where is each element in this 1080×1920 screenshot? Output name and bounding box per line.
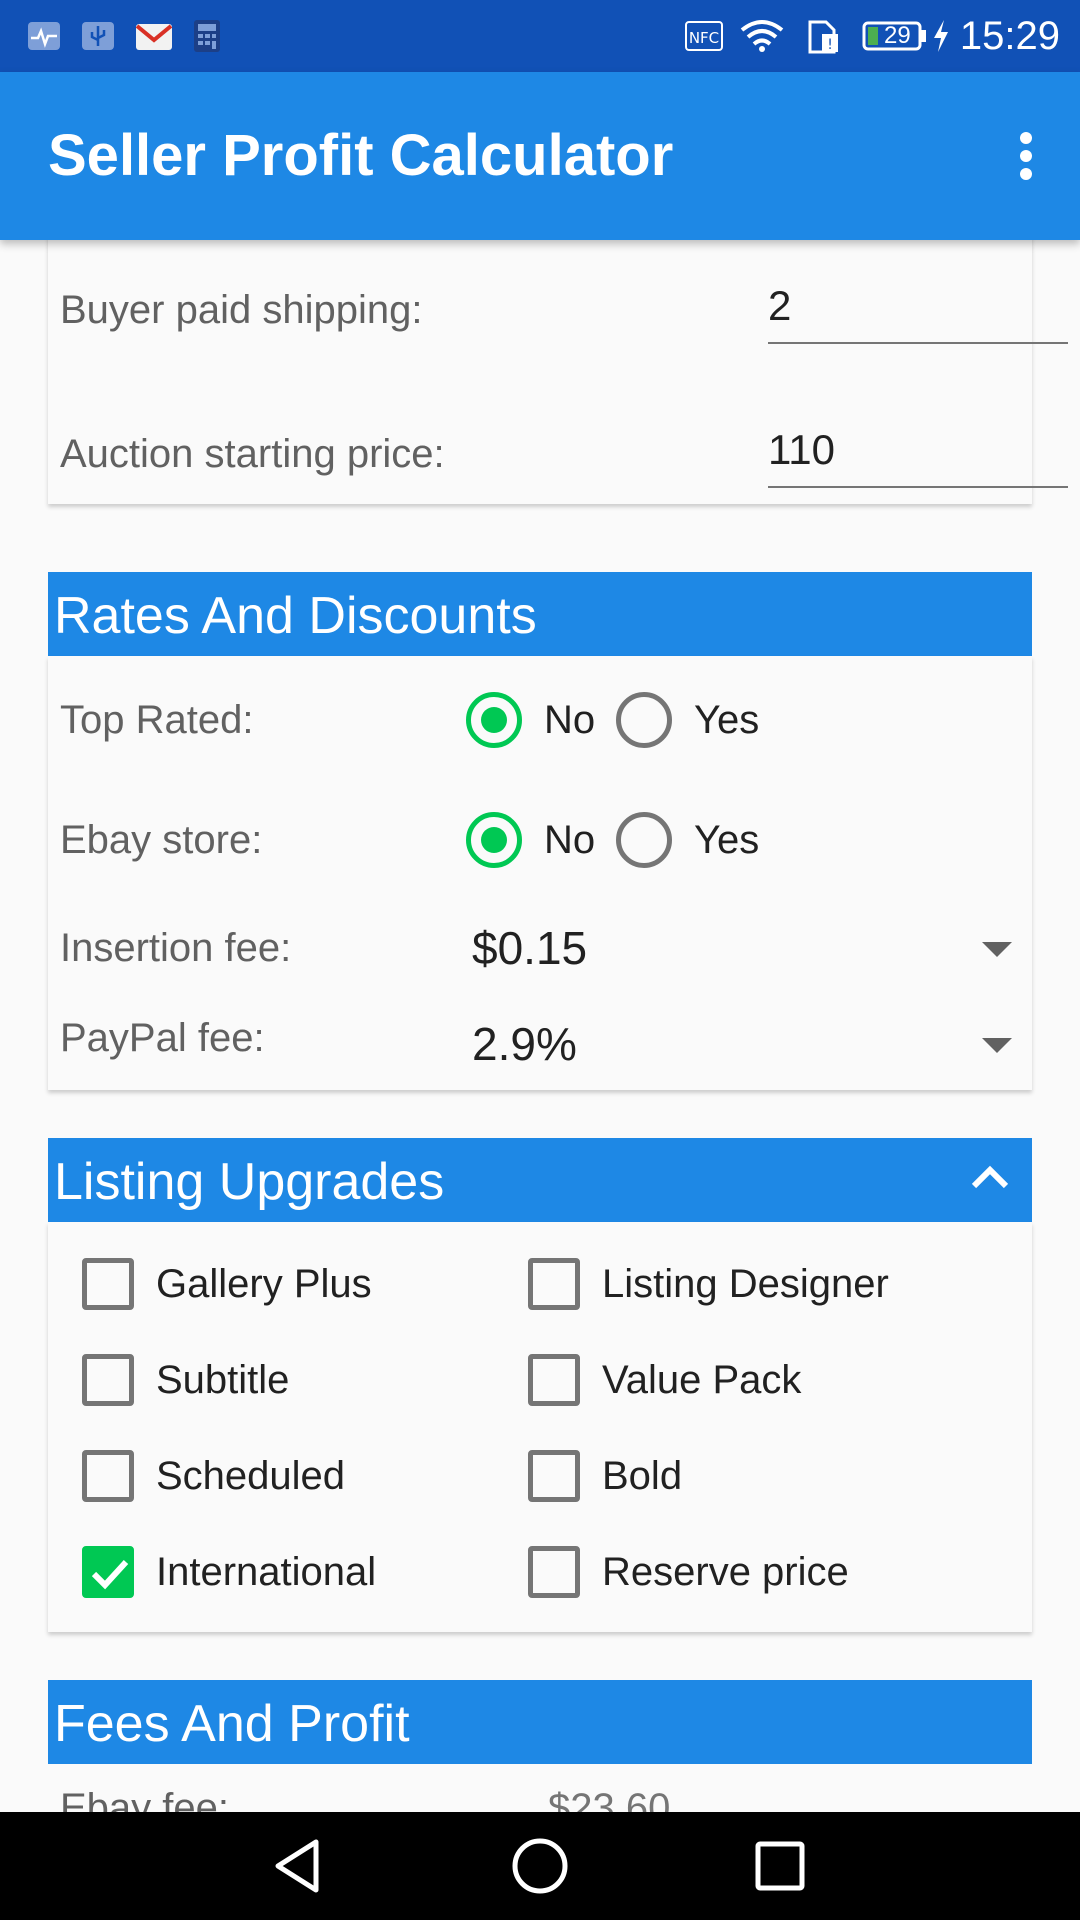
more-vert-icon[interactable] xyxy=(1000,124,1052,188)
insertion-fee-label: Insertion fee: xyxy=(60,926,292,970)
ebay-store-label: Ebay store: xyxy=(60,818,263,862)
app-bar: Seller Profit Calculator xyxy=(0,72,1080,240)
paypal-fee-value: 2.9% xyxy=(472,1018,577,1070)
rates-header[interactable]: Rates And Discounts xyxy=(48,572,1032,656)
gallery-plus-checkbox[interactable] xyxy=(82,1258,134,1310)
health-icon xyxy=(28,22,60,50)
auction-price-value: 110 xyxy=(768,426,835,473)
nfc-icon: NFC xyxy=(685,21,723,51)
calculator-icon xyxy=(194,20,220,52)
wifi-icon xyxy=(740,20,784,52)
scheduled-label[interactable]: Scheduled xyxy=(156,1452,345,1500)
ebay-fee-label: Ebay fee: xyxy=(60,1786,230,1812)
buyer-shipping-label: Buyer paid shipping: xyxy=(60,288,423,332)
subtitle-checkbox[interactable] xyxy=(82,1354,134,1406)
charging-icon xyxy=(934,20,948,52)
fees-header[interactable]: Fees And Profit xyxy=(48,1680,1032,1764)
ebay-fee-value: $23.60 xyxy=(548,1786,671,1812)
auction-price-label: Auction starting price: xyxy=(60,432,445,476)
value-pack-checkbox[interactable] xyxy=(528,1354,580,1406)
gallery-plus-label[interactable]: Gallery Plus xyxy=(156,1260,372,1308)
upgrades-title: Listing Upgrades xyxy=(54,1153,445,1211)
svg-text:NFC: NFC xyxy=(689,29,719,47)
chevron-up-icon[interactable] xyxy=(968,1156,1012,1200)
scheduled-checkbox[interactable] xyxy=(82,1450,134,1502)
upgrades-header[interactable]: Listing Upgrades xyxy=(48,1138,1032,1222)
upgrades-card: Gallery Plus Listing Designer Subtitle V… xyxy=(48,1222,1032,1632)
insertion-fee-value: $0.15 xyxy=(472,922,588,974)
screen: NFC ! 29 15:29 Seller Profit Calculator xyxy=(0,0,1080,1920)
reserve-price-label[interactable]: Reserve price xyxy=(602,1548,849,1596)
buyer-shipping-value: 2 xyxy=(768,282,792,329)
top-rated-yes-radio[interactable] xyxy=(616,692,672,748)
paypal-fee-label: PayPal fee: xyxy=(60,1016,265,1060)
recents-icon[interactable] xyxy=(750,1836,810,1896)
sim-icon: ! xyxy=(808,20,838,54)
auction-price-input[interactable]: 110 xyxy=(768,422,1068,488)
fees-title: Fees And Profit xyxy=(54,1695,410,1753)
ebay-store-yes-label[interactable]: Yes xyxy=(694,816,759,864)
value-pack-label[interactable]: Value Pack xyxy=(602,1356,801,1404)
status-bar: NFC ! 29 15:29 xyxy=(0,0,1080,72)
top-rated-yes-label[interactable]: Yes xyxy=(694,696,759,744)
home-icon[interactable] xyxy=(510,1836,570,1896)
pricing-card: Buyer paid shipping: 2 Auction starting … xyxy=(48,240,1068,504)
rates-card: Top Rated: No Yes Ebay store: No Yes Ins… xyxy=(48,656,1032,1090)
back-icon[interactable] xyxy=(270,1836,330,1896)
bold-checkbox[interactable] xyxy=(528,1450,580,1502)
international-label[interactable]: International xyxy=(156,1548,376,1596)
battery-level: 29 xyxy=(884,22,911,49)
international-checkbox[interactable] xyxy=(82,1546,134,1598)
gmail-icon xyxy=(135,24,173,50)
ebay-store-no-radio[interactable] xyxy=(466,812,522,868)
checkmark-icon xyxy=(91,1559,129,1590)
usb-icon xyxy=(82,22,114,50)
rates-title: Rates And Discounts xyxy=(54,587,537,645)
ebay-store-no-label[interactable]: No xyxy=(544,816,595,864)
top-rated-no-radio[interactable] xyxy=(466,692,522,748)
paypal-fee-select[interactable]: 2.9% xyxy=(448,1002,1032,1086)
listing-designer-checkbox[interactable] xyxy=(528,1258,580,1310)
dropdown-arrow-icon xyxy=(982,1038,1012,1053)
svg-text:!: ! xyxy=(827,37,833,53)
clock: 15:29 xyxy=(959,14,1060,58)
listing-designer-label[interactable]: Listing Designer xyxy=(602,1260,889,1308)
bold-label[interactable]: Bold xyxy=(602,1452,682,1500)
insertion-fee-select[interactable]: $0.15 xyxy=(448,906,1032,990)
app-title: Seller Profit Calculator xyxy=(48,123,674,188)
top-rated-label: Top Rated: xyxy=(60,698,254,742)
buyer-shipping-input[interactable]: 2 xyxy=(768,278,1068,344)
navigation-bar xyxy=(0,1812,1080,1920)
dropdown-arrow-icon xyxy=(982,942,1012,957)
top-rated-no-label[interactable]: No xyxy=(544,696,595,744)
form-content[interactable]: Buyer paid shipping: 2 Auction starting … xyxy=(0,240,1080,1812)
subtitle-label[interactable]: Subtitle xyxy=(156,1356,289,1404)
reserve-price-checkbox[interactable] xyxy=(528,1546,580,1598)
ebay-store-yes-radio[interactable] xyxy=(616,812,672,868)
